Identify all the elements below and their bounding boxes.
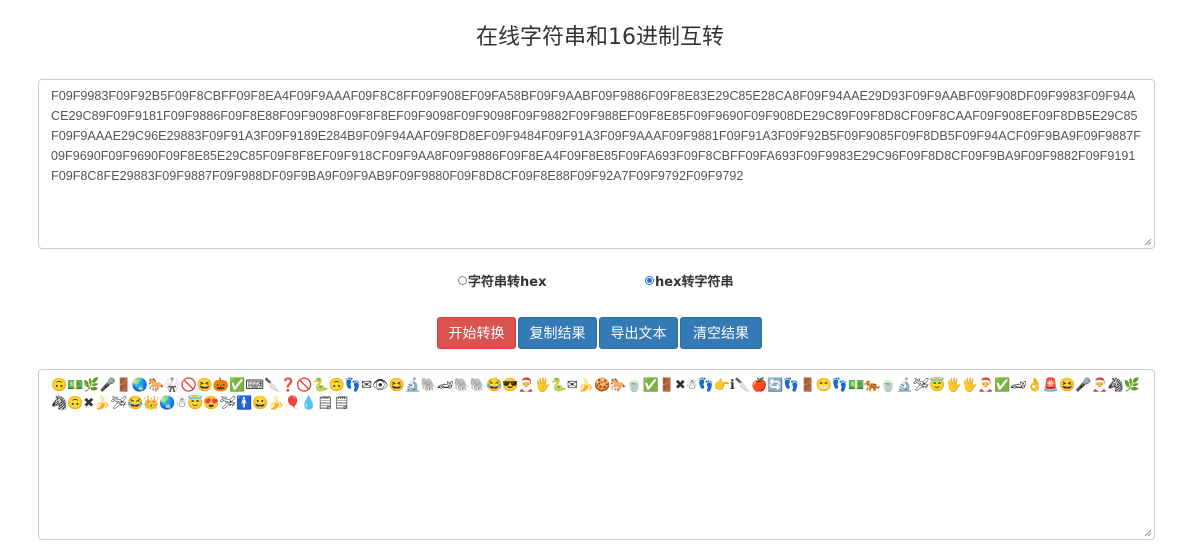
clear-result-button[interactable]: 清空结果 [680,317,762,349]
radio-str-to-hex-label: 字符串转hex [468,275,547,290]
radio-hex-to-str-label: hex转字符串 [655,275,734,290]
radio-hex-to-str-dot[interactable] [645,276,654,285]
start-convert-button[interactable]: 开始转换 [437,317,516,349]
hex-input-textarea[interactable]: F09F9983F09F92B5F09F8CBFF09F8EA4F09F9AAA… [38,79,1155,249]
resize-grip-icon[interactable] [1144,238,1152,246]
copy-result-button[interactable]: 复制结果 [518,317,597,349]
page-title: 在线字符串和16进制互转 [476,25,724,50]
action-buttons: 开始转换 复制结果 导出文本 清空结果 [437,317,762,349]
conversion-mode-group: 字符串转hex hex转字符串 [0,271,1200,291]
result-output-text[interactable]: 🙃💵🌿🎤🚪🌏🐎🥋🚫😆🎃✅⌨🔪❓🚫🐍🙃👣✉👁😆🔬🐘🏎🐘🐘😂😎🎅🖐🐍✉🍌🍪🐎🍵✅🚪✖… [39,370,1154,418]
resize-grip-icon[interactable] [1144,529,1152,537]
export-text-button[interactable]: 导出文本 [599,317,678,349]
radio-str-to-hex-dot[interactable] [458,276,467,285]
radio-hex-to-str[interactable]: hex转字符串 [645,271,733,290]
result-output-textarea[interactable]: 🙃💵🌿🎤🚪🌏🐎🥋🚫😆🎃✅⌨🔪❓🚫🐍🙃👣✉👁😆🔬🐘🏎🐘🐘😂😎🎅🖐🐍✉🍌🍪🐎🍵✅🚪✖… [38,369,1155,540]
radio-str-to-hex[interactable]: 字符串转hex [458,271,546,290]
hex-input-text[interactable]: F09F9983F09F92B5F09F8CBFF09F8EA4F09F9AAA… [39,80,1154,192]
